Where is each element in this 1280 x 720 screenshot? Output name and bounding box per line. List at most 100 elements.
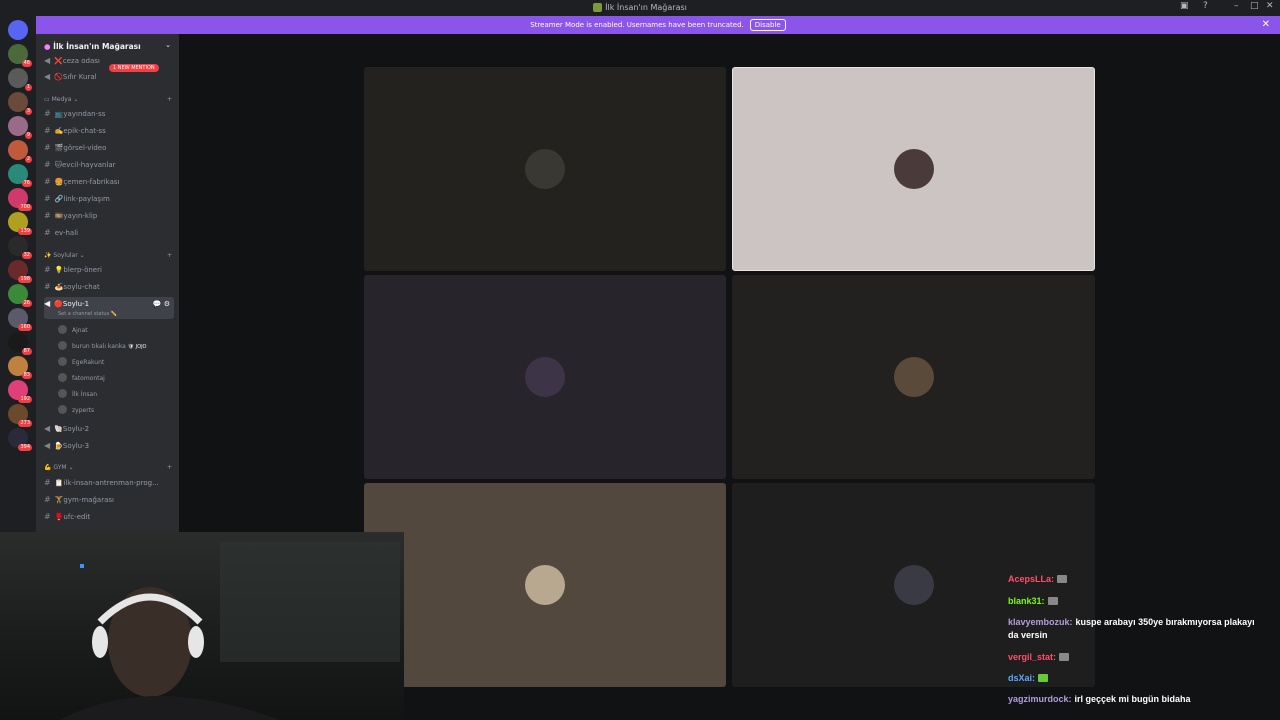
server-icon[interactable]: 2 xyxy=(8,140,32,163)
voice-icon: ◀ xyxy=(44,72,51,81)
channel-link-paylasim[interactable]: # 🔗link-paylaşım xyxy=(44,192,174,206)
maximize-icon[interactable]: □ xyxy=(1250,1,1259,11)
close-icon[interactable]: ✕ xyxy=(1266,1,1274,11)
hash-icon: # xyxy=(44,143,51,152)
chat-message: dsXai: xyxy=(1008,673,1049,683)
channel-ufc-edit[interactable]: # 🥊ufc-edit xyxy=(44,510,174,524)
server-name[interactable]: ● İlk İnsan'ın Mağarası xyxy=(44,42,141,51)
home-icon[interactable] xyxy=(8,20,28,40)
streamer-webcam xyxy=(0,532,404,720)
hash-icon: # xyxy=(44,126,51,135)
channel-blerp-oneri[interactable]: # 💡blerp-öneri xyxy=(44,263,174,277)
server-icon[interactable]: 700 xyxy=(8,188,32,211)
voice-channel-soylu-1[interactable]: ◀ 🔴Soylu-1 💬 ⚙ Set a channel status ✏️ xyxy=(44,297,174,319)
chat-message: yagzimurdock: irl geççek mi bugün bidaha xyxy=(1008,694,1191,704)
notification-badge: 9 xyxy=(24,132,32,139)
server-icon[interactable]: 394 xyxy=(8,428,32,451)
channel-sifir-kural[interactable]: ◀ 🚫Sıfır Kural xyxy=(44,70,174,84)
server-list: 48 1 3 9 2 76 700 139 32 198 26 160 87 83 192 273 394 xyxy=(0,16,36,532)
speaker-icon: ◀ xyxy=(44,299,51,308)
participant-tile[interactable] xyxy=(364,275,726,479)
new-mention-badge[interactable]: 1 NEW MENTION xyxy=(109,64,159,72)
server-icon[interactable]: 32 xyxy=(8,236,32,259)
voice-member[interactable]: zyperts xyxy=(58,405,94,414)
server-icon[interactable]: 83 xyxy=(8,356,32,379)
avatar xyxy=(58,389,67,398)
channel-antrenman-prog[interactable]: # 📋ilk-insan-antrenman-prog... xyxy=(44,476,174,490)
add-channel-icon[interactable]: + xyxy=(167,96,172,103)
notification-badge: 76 xyxy=(21,180,32,187)
hash-icon: # xyxy=(44,495,51,504)
emote-icon xyxy=(1047,597,1058,605)
server-icon[interactable]: 139 xyxy=(8,212,32,235)
channel-gorsel-video[interactable]: # 🎬görsel-video xyxy=(44,141,174,155)
server-icon[interactable]: 87 xyxy=(8,332,32,355)
channel-gym-magarasi[interactable]: # 🏋️gym-mağarası xyxy=(44,493,174,507)
hash-icon: # xyxy=(44,512,51,521)
server-icon[interactable]: 160 xyxy=(8,308,32,331)
channel-yayindan-ss[interactable]: # 📺yayından-ss xyxy=(44,107,174,121)
notification-badge: 139 xyxy=(18,228,32,235)
server-icon[interactable]: 1 xyxy=(8,68,32,91)
server-icon[interactable]: 3 xyxy=(8,92,32,115)
chat-message: blank31: xyxy=(1008,596,1058,606)
disable-button[interactable]: Disable xyxy=(749,19,786,31)
category-medya[interactable]: ▭ Medya ⌄ + xyxy=(44,96,172,103)
channel-sidebar: ● İlk İnsan'ın Mağarası ⌄ ◀ ❌ceza odası ◀… xyxy=(36,34,179,532)
hash-icon: # xyxy=(44,177,51,186)
inbox-icon[interactable]: ▣ xyxy=(1180,1,1189,11)
participant-tile[interactable] xyxy=(732,275,1095,479)
participant-tile[interactable] xyxy=(364,483,726,687)
notification-badge: 192 xyxy=(18,396,32,403)
add-channel-icon[interactable]: + xyxy=(167,252,172,259)
server-icon[interactable]: 26 xyxy=(8,284,32,307)
webcam-person xyxy=(60,542,400,720)
voice-icon: ◀ xyxy=(44,56,51,65)
notification-badge: 26 xyxy=(21,300,32,307)
voice-member[interactable]: burun tıkalı kanka 🛡 JOJO xyxy=(58,341,146,350)
hash-icon: # xyxy=(44,194,51,203)
channel-status[interactable]: Set a channel status ✏️ xyxy=(58,308,117,320)
avatar xyxy=(893,565,934,605)
voice-channel-soylu-2[interactable]: ◀ 🐚Soylu-2 xyxy=(44,422,174,436)
server-icon[interactable]: 273 xyxy=(8,404,32,427)
server-icon[interactable]: 9 xyxy=(8,116,32,139)
notification-badge: 48 xyxy=(21,60,32,67)
server-icon[interactable]: 192 xyxy=(8,380,32,403)
server-icon xyxy=(593,3,603,12)
add-channel-icon[interactable]: + xyxy=(167,464,172,471)
voice-channel-soylu-3[interactable]: ◀ 🍺Soylu-3 xyxy=(44,439,174,453)
participant-tile[interactable] xyxy=(732,67,1095,271)
server-icon[interactable]: 198 xyxy=(8,260,32,283)
minimize-icon[interactable]: – xyxy=(1234,1,1239,11)
avatar xyxy=(893,149,934,189)
banner-close-icon[interactable]: ✕ xyxy=(1262,16,1270,34)
notification-badge: 700 xyxy=(18,204,32,211)
chevron-down-icon[interactable]: ⌄ xyxy=(165,41,171,49)
emote-icon xyxy=(1038,674,1049,682)
settings-icon[interactable]: 💬 ⚙ xyxy=(153,298,170,310)
category-soylular[interactable]: ✨ Soylular ⌄ + xyxy=(44,252,172,259)
avatar xyxy=(58,373,67,382)
notification-badge: 83 xyxy=(21,372,32,379)
voice-member[interactable]: Ajnat xyxy=(58,325,88,334)
voice-member[interactable]: EgeRakunt xyxy=(58,357,104,366)
channel-ev-hali[interactable]: # ev-hali xyxy=(44,226,174,240)
hash-icon: # xyxy=(44,228,51,237)
help-icon[interactable]: ? xyxy=(1203,1,1208,11)
channel-cemen-fabrikasi[interactable]: # 🍔çemen-fabrikası xyxy=(44,175,174,189)
channel-yayin-klip[interactable]: # 🎞️yayın-klip xyxy=(44,209,174,223)
emote-icon xyxy=(1059,653,1070,661)
channel-epik-chat-ss[interactable]: # ✍️epik-chat-ss xyxy=(44,124,174,138)
channel-evcil-hayvanlar[interactable]: # 🐱evcil-hayvanlar xyxy=(44,158,174,172)
window-titlebar: İlk İnsan'ın Mağarası ▣ ? – □ ✕ xyxy=(0,0,1280,16)
category-gym[interactable]: 💪 GYM ⌄ + xyxy=(44,464,172,471)
notification-badge: 273 xyxy=(18,420,32,427)
participant-tile[interactable] xyxy=(364,67,726,271)
voice-member[interactable]: fatomontaj xyxy=(58,373,105,382)
server-icon[interactable]: 76 xyxy=(8,164,32,187)
channel-soylu-chat[interactable]: # 🍝soylu-chat xyxy=(44,280,174,294)
server-icon[interactable]: 48 xyxy=(8,44,32,67)
hash-icon: # xyxy=(44,109,51,118)
voice-member[interactable]: İlk İnsan xyxy=(58,389,97,398)
